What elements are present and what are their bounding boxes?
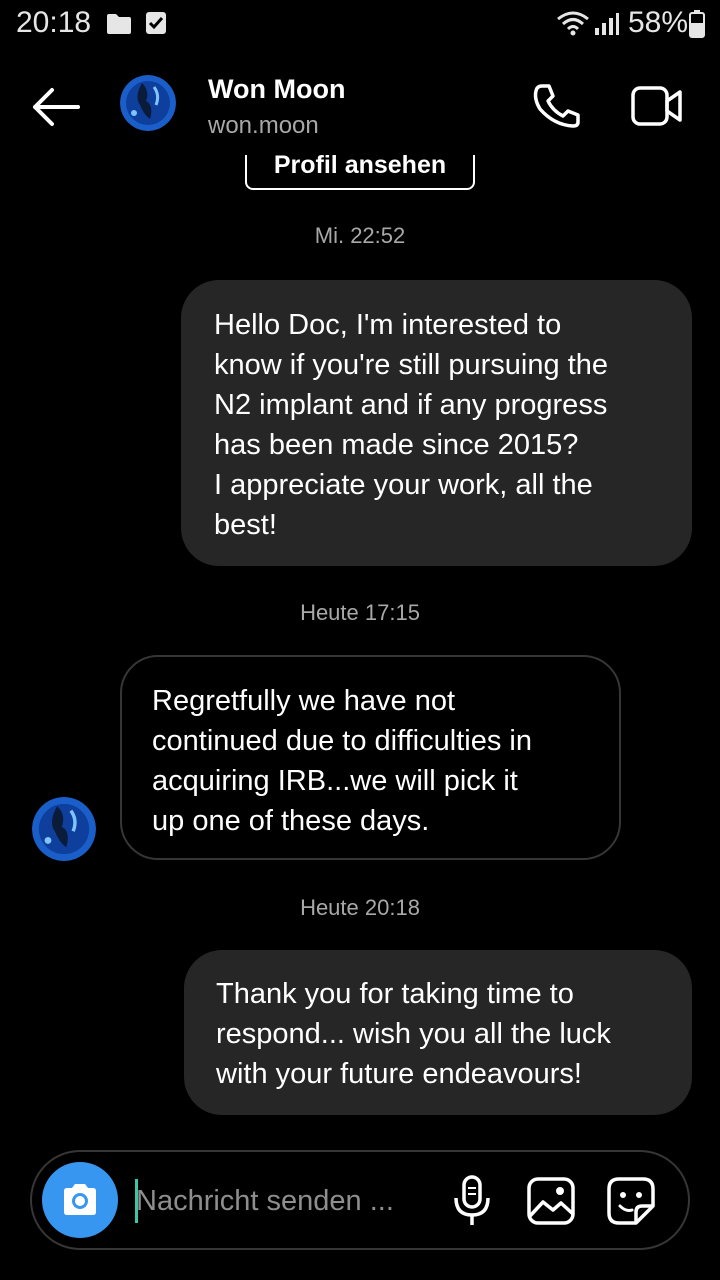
- timestamp: Heute 20:18: [300, 895, 420, 920]
- message-outgoing[interactable]: Thank you for taking time to respond... …: [184, 950, 692, 1115]
- view-profile-button[interactable]: Profil ansehen: [245, 155, 475, 190]
- battery-percent: 58%: [628, 6, 689, 39]
- signal-icon: [594, 12, 620, 41]
- message-thread[interactable]: Profil ansehen Mi. 22:52 Hello Doc, I'm …: [0, 155, 720, 1140]
- checkbox-icon: [145, 11, 167, 40]
- message-outgoing[interactable]: Hello Doc, I'm interested to know if you…: [181, 280, 692, 566]
- battery-icon: [689, 10, 705, 43]
- camera-icon[interactable]: [42, 1162, 118, 1238]
- status-bar: 20:18 58%: [0, 0, 720, 50]
- video-camera-icon[interactable]: [630, 85, 684, 127]
- contact-username: won.moon: [208, 112, 319, 139]
- timestamp: Mi. 22:52: [314, 223, 406, 248]
- folder-icon: [106, 13, 132, 40]
- status-time: 20:18: [16, 6, 92, 39]
- timestamp: Heute 17:15: [300, 600, 420, 625]
- message-incoming[interactable]: Regretfully we have not continued due to…: [120, 655, 621, 860]
- instagram-dm-screen: 20:18 58% Won Moon won.moon Profil anseh…: [0, 0, 720, 1280]
- avatar[interactable]: [32, 797, 96, 861]
- wifi-icon: [556, 10, 590, 41]
- gallery-icon[interactable]: [526, 1176, 576, 1226]
- back-arrow-icon[interactable]: [30, 87, 82, 127]
- avatar[interactable]: [120, 75, 176, 131]
- phone-icon[interactable]: [532, 83, 582, 129]
- microphone-icon[interactable]: [450, 1174, 494, 1228]
- contact-name[interactable]: Won Moon: [208, 74, 345, 105]
- sticker-icon[interactable]: [606, 1176, 656, 1226]
- message-input[interactable]: [136, 1174, 426, 1228]
- message-composer: [30, 1150, 690, 1250]
- chat-header: Won Moon won.moon: [0, 55, 720, 155]
